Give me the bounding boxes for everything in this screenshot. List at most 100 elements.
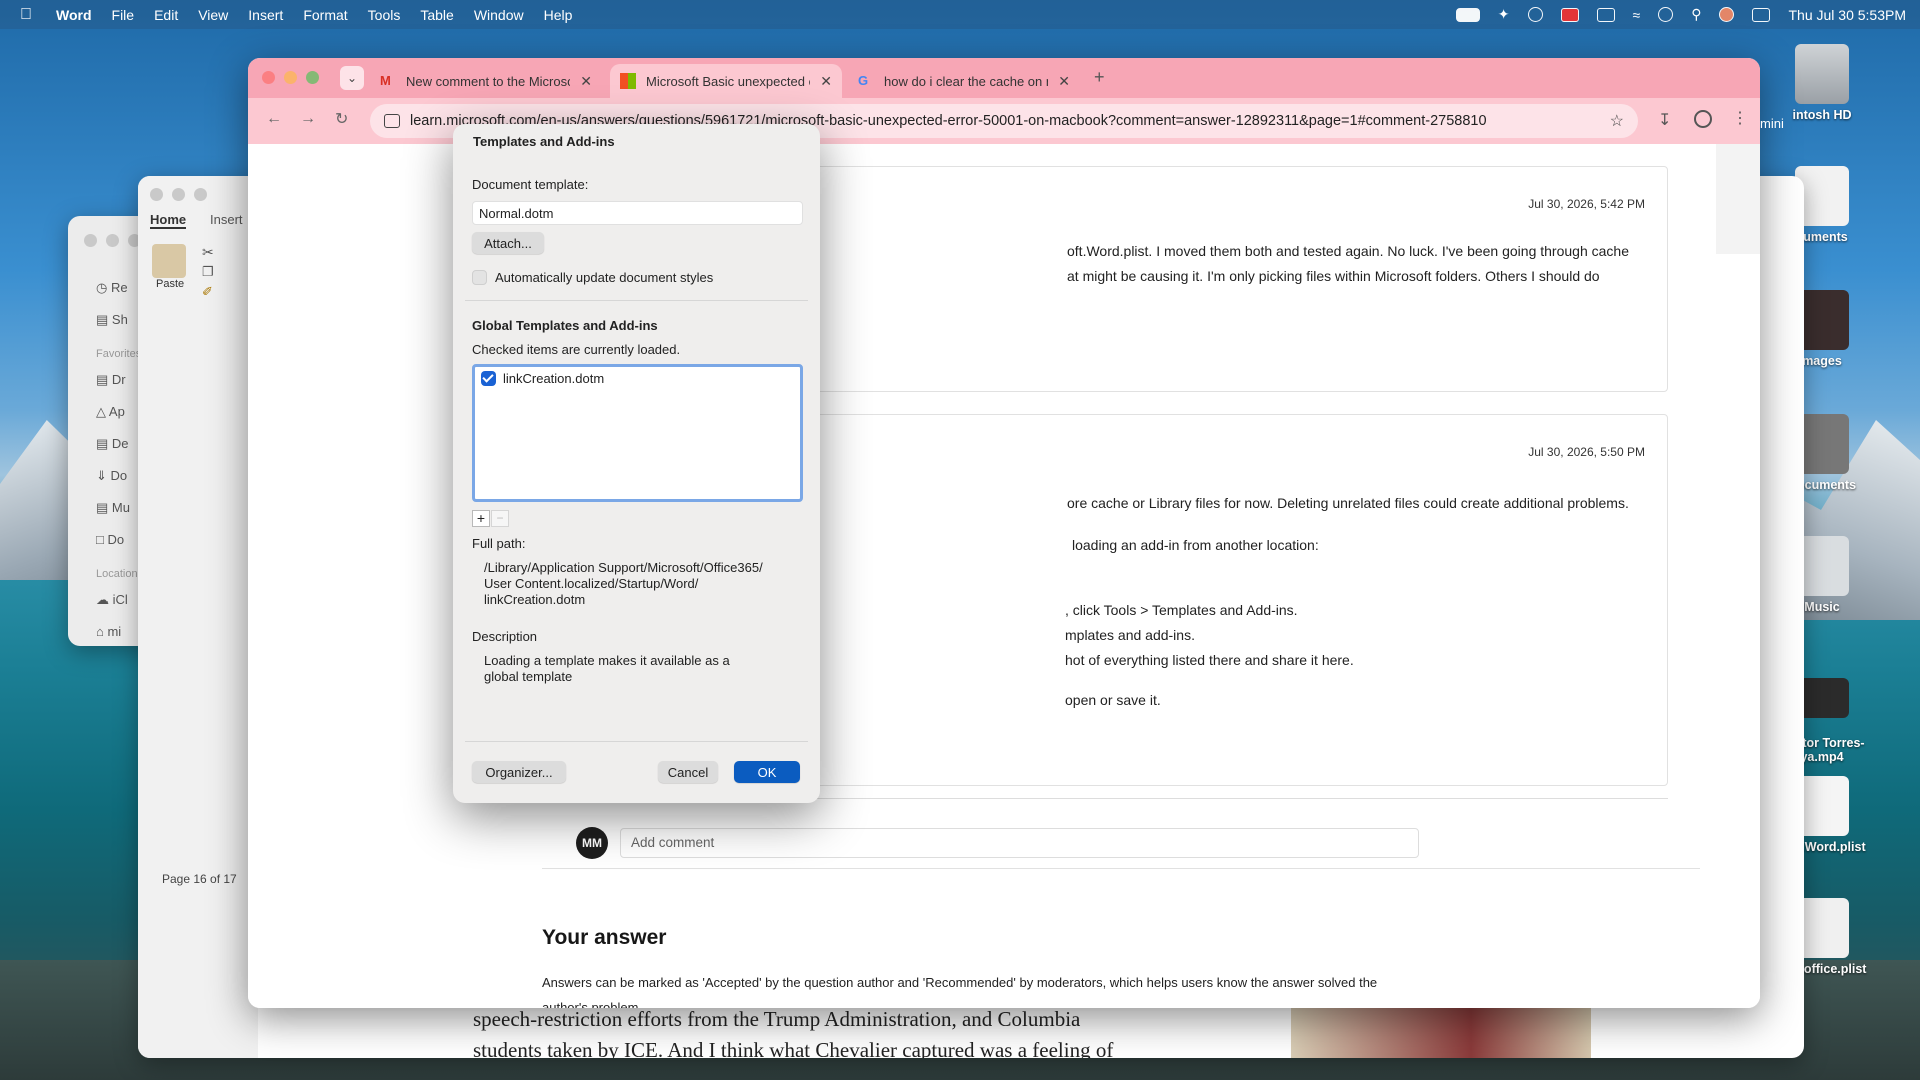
menu-format[interactable]: Format: [293, 7, 357, 23]
tab-search-chevron-icon[interactable]: ⌄: [340, 66, 364, 90]
finder-sidebar-item[interactable]: ▤ Sh: [96, 304, 141, 336]
menu-table[interactable]: Table: [410, 7, 463, 23]
finder-sidebar-item[interactable]: ▤ Mu: [96, 492, 141, 524]
gmail-icon: M: [380, 73, 391, 88]
google-icon: G: [858, 73, 869, 88]
comment-text: , click Tools > Templates and Add-ins.: [1065, 602, 1298, 618]
menu-insert[interactable]: Insert: [238, 7, 293, 23]
document-template-label: Document template:: [472, 177, 589, 192]
download-icon[interactable]: ↧: [1658, 110, 1671, 130]
comment-text: ore cache or Library files for now. Dele…: [1067, 495, 1629, 511]
menu-window[interactable]: Window: [464, 7, 534, 23]
menu-app-name[interactable]: Word: [46, 7, 102, 23]
addins-list[interactable]: linkCreation.dotm: [472, 364, 803, 502]
divider: [465, 741, 808, 742]
tab-microsoft[interactable]: Microsoft Basic unexpected e ✕: [610, 64, 842, 98]
menu-bar:  Word File Edit View Insert Format Tool…: [0, 0, 1920, 29]
copy-icon[interactable]: ❐: [202, 264, 214, 280]
desktop-icon-hd[interactable]: intosh HD: [1762, 44, 1882, 122]
wifi-icon[interactable]: ≈: [1633, 7, 1641, 23]
apple-icon[interactable]: : [0, 6, 46, 24]
status-app-icon[interactable]: [1455, 7, 1480, 22]
comment-timestamp: Jul 30, 2026, 5:42 PM: [1528, 197, 1645, 211]
tab-bar: ⌄ M New comment to the Microso ✕ Microso…: [248, 58, 1760, 98]
scissors-icon[interactable]: ✂: [202, 242, 214, 262]
description-value: Loading a template makes it available as…: [484, 653, 730, 684]
description-label: Description: [472, 629, 538, 644]
format-painter-icon[interactable]: ✐: [202, 284, 213, 300]
finder-sidebar-item[interactable]: ☁ iCl: [96, 584, 141, 616]
full-path-label: Full path:: [472, 536, 526, 551]
finder-sidebar-item[interactable]: ⌂ mi: [96, 616, 141, 646]
cancel-button[interactable]: Cancel: [658, 761, 718, 783]
creative-cloud-icon[interactable]: [1527, 7, 1543, 22]
finder-sidebar-item[interactable]: ▤ De: [96, 428, 141, 460]
menu-edit[interactable]: Edit: [144, 7, 188, 23]
microsoft-logo-icon: [620, 73, 636, 89]
profile-icon[interactable]: [1694, 110, 1712, 128]
remove-addin-button[interactable]: −: [491, 510, 509, 527]
add-comment-input[interactable]: Add comment: [620, 828, 1419, 858]
global-templates-heading: Global Templates and Add-ins: [472, 318, 658, 333]
addin-checkbox[interactable]: [481, 371, 496, 386]
add-addin-button[interactable]: +: [472, 510, 490, 527]
finder-sidebar-item[interactable]: ▤ Dr: [96, 364, 141, 396]
addin-item[interactable]: linkCreation.dotm: [481, 371, 604, 386]
siri-icon[interactable]: [1719, 7, 1735, 22]
menu-file[interactable]: File: [102, 7, 145, 23]
paste-label: Paste: [156, 278, 185, 290]
comment-text: mplates and add-ins.: [1065, 627, 1195, 643]
ribbon-tab-insert[interactable]: Insert: [210, 212, 243, 227]
time-machine-icon[interactable]: [1658, 7, 1674, 22]
close-tab-icon[interactable]: ✕: [1058, 73, 1070, 90]
avatar: MM: [576, 827, 608, 859]
control-center-icon[interactable]: [1752, 7, 1771, 22]
search-icon[interactable]: ⚲: [1691, 6, 1701, 23]
document-template-field[interactable]: Normal.dotm: [472, 201, 803, 225]
finder-sidebar-item[interactable]: ◷ Re: [96, 272, 141, 304]
tab-google[interactable]: G how do i clear the cache on m ✕: [848, 64, 1080, 98]
browser-menu-icon[interactable]: ⋮: [1732, 108, 1748, 128]
finder-sidebar-item[interactable]: △ Ap: [96, 396, 141, 428]
menu-help[interactable]: Help: [534, 7, 583, 23]
full-path-value: /Library/Application Support/Microsoft/O…: [484, 560, 763, 607]
tab-gmail[interactable]: M New comment to the Microso ✕: [370, 64, 602, 98]
sparkle-icon[interactable]: ✦: [1498, 6, 1510, 23]
auto-update-checkbox[interactable]: [472, 270, 487, 285]
document-image: [1291, 1008, 1591, 1058]
menu-view[interactable]: View: [188, 7, 238, 23]
page-status: Page 16 of 17: [162, 872, 237, 886]
ok-button[interactable]: OK: [734, 761, 800, 783]
notification-app-icon[interactable]: [1560, 7, 1579, 22]
battery-icon[interactable]: [1596, 7, 1615, 22]
reload-icon[interactable]: ↻: [335, 109, 348, 129]
new-tab-icon[interactable]: +: [1094, 67, 1105, 88]
finder-sidebar-item[interactable]: ⇓ Do: [96, 460, 141, 492]
close-tab-icon[interactable]: ✕: [580, 73, 592, 90]
site-info-icon[interactable]: [384, 114, 400, 128]
your-answer-heading: Your answer: [542, 926, 667, 949]
clock[interactable]: Thu Jul 30 5:53PM: [1788, 7, 1906, 23]
paste-icon[interactable]: [152, 244, 186, 278]
divider: [465, 300, 808, 301]
close-tab-icon[interactable]: ✕: [820, 73, 832, 90]
comment-text: hot of everything listed there and share…: [1065, 652, 1354, 668]
auto-update-checkbox-row[interactable]: Automatically update document styles: [472, 270, 713, 285]
document-body-text[interactable]: speech-restriction efforts from the Trum…: [473, 1004, 1113, 1058]
hard-drive-icon: [1795, 44, 1849, 104]
templates-addins-dialog: Templates and Add-ins Document template:…: [453, 124, 820, 803]
answer-note: Answers can be marked as 'Accepted' by t…: [542, 975, 1378, 1008]
profile-name-label: mini: [1760, 116, 1784, 131]
finder-section-label: Location: [96, 568, 138, 580]
back-icon[interactable]: ←: [266, 110, 282, 128]
organizer-button[interactable]: Organizer...: [472, 761, 566, 783]
bookmark-star-icon[interactable]: ☆: [1610, 111, 1624, 131]
comment-timestamp: Jul 30, 2026, 5:50 PM: [1528, 445, 1645, 459]
attach-button[interactable]: Attach...: [472, 232, 544, 254]
forward-icon[interactable]: →: [300, 110, 316, 128]
comment-text: oft.Word.plist. I moved them both and te…: [1067, 243, 1629, 284]
finder-section-label: Favorites: [96, 348, 142, 360]
finder-sidebar-item[interactable]: □ Do: [96, 524, 141, 556]
ribbon-tab-home[interactable]: Home: [150, 212, 187, 229]
menu-tools[interactable]: Tools: [358, 7, 411, 23]
